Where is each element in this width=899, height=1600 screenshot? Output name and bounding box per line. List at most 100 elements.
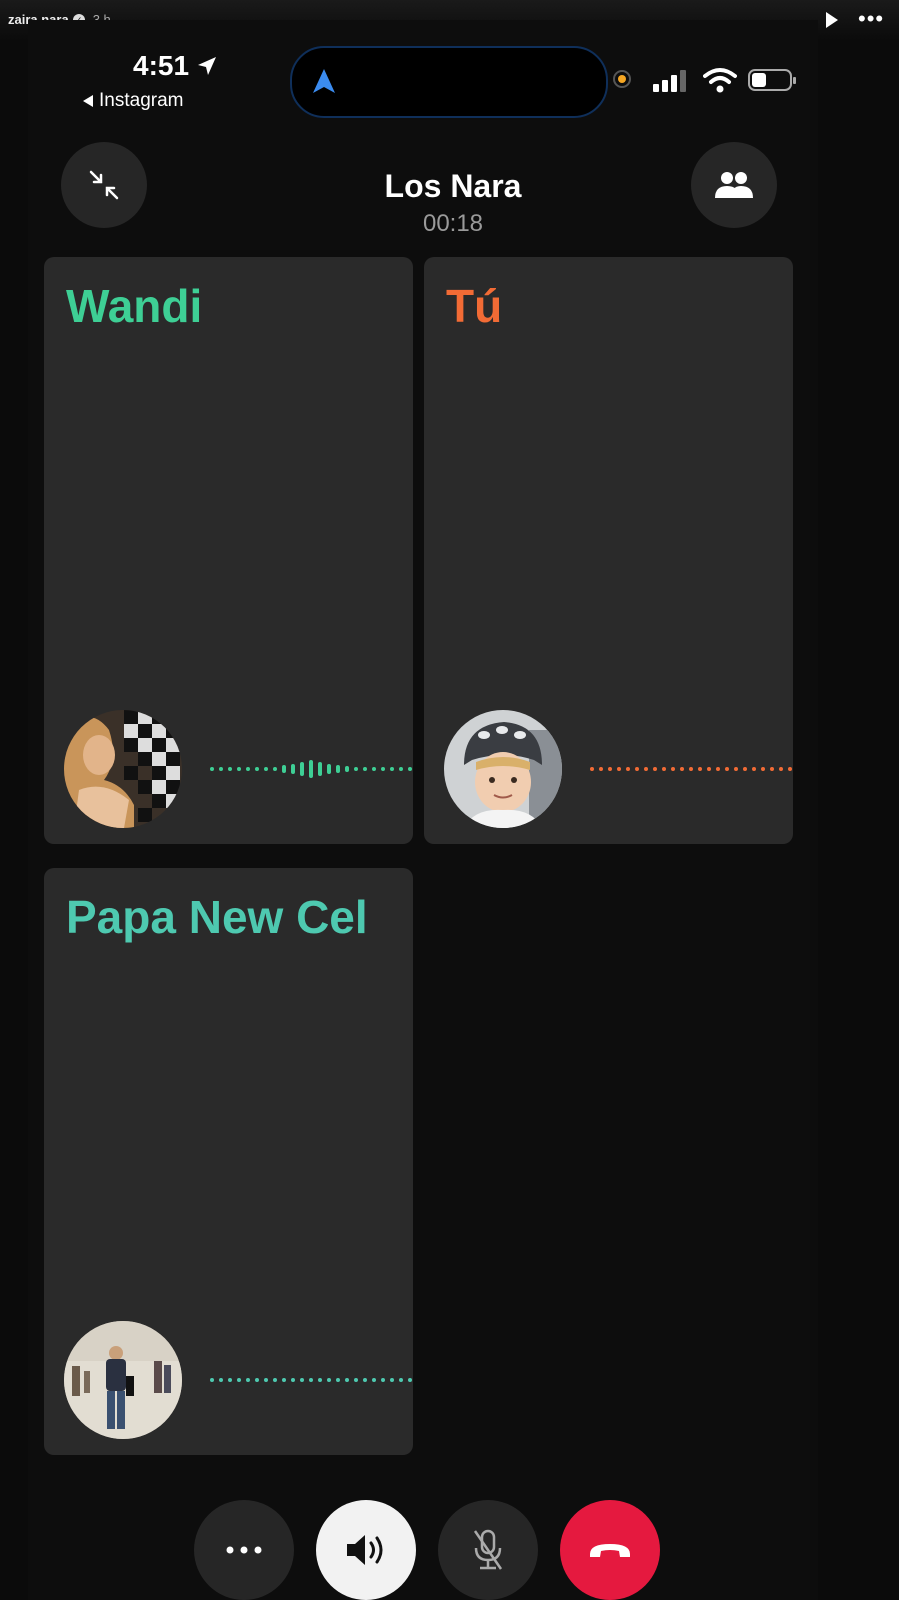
participants-button[interactable] <box>691 142 777 228</box>
end-call-icon <box>590 1544 630 1557</box>
participant-tile[interactable]: Tú <box>424 257 793 844</box>
waveform-bar <box>743 767 747 771</box>
wifi-icon <box>703 68 737 93</box>
waveform-bar <box>309 760 313 778</box>
participant-tile[interactable]: Wandi <box>44 257 413 844</box>
avatar <box>444 710 562 828</box>
waveform-bar <box>698 767 702 771</box>
waveform-bar <box>273 1378 277 1382</box>
waveform-bar <box>336 1378 340 1382</box>
speaker-icon <box>347 1535 383 1565</box>
call-title: Los Nara <box>384 168 522 204</box>
waveform-bar <box>752 767 756 771</box>
waveform-bar <box>725 767 729 771</box>
waveform-bar <box>255 767 259 771</box>
waveform-bar <box>408 1378 412 1382</box>
phone-screen: 4:51 Instagram Los Nara 00:18 Wandi Tú P… <box>28 20 818 1600</box>
waveform-bar <box>390 767 394 771</box>
waveform-bar <box>770 767 774 771</box>
status-time: 4:51 <box>133 50 219 82</box>
waveform-bar <box>228 767 232 771</box>
clock: 4:51 <box>133 50 190 81</box>
avatar <box>64 1321 182 1439</box>
waveform-bar <box>327 1378 331 1382</box>
waveform-bar <box>300 762 304 776</box>
audio-waveform <box>590 754 793 784</box>
waveform-bar <box>300 1378 304 1382</box>
back-app-label: Instagram <box>99 90 184 111</box>
waveform-bar <box>716 767 720 771</box>
people-icon <box>715 172 753 198</box>
waveform-bar <box>644 767 648 771</box>
waveform-bar <box>689 767 693 771</box>
waveform-bar <box>228 1378 232 1382</box>
waveform-bar <box>590 767 594 771</box>
participant-name: Wandi <box>66 280 203 332</box>
waveform-bar <box>779 767 783 771</box>
waveform-bar <box>363 767 367 771</box>
audio-waveform <box>210 754 413 784</box>
back-arrow-icon <box>83 95 93 107</box>
waveform-bar <box>653 767 657 771</box>
waveform-bar <box>599 767 603 771</box>
waveform-bar <box>408 767 412 771</box>
waveform-bar <box>309 1378 313 1382</box>
mute-button[interactable] <box>438 1500 538 1600</box>
call-duration: 00:18 <box>422 210 484 237</box>
waveform-bar <box>273 767 277 771</box>
more-options-button[interactable] <box>194 1500 294 1600</box>
waveform-bar <box>608 767 612 771</box>
speaker-button[interactable] <box>316 1500 416 1600</box>
waveform-bar <box>255 1378 259 1382</box>
waveform-bar <box>761 767 765 771</box>
end-call-button[interactable] <box>560 1500 660 1600</box>
waveform-bar <box>381 1378 385 1382</box>
waveform-bar <box>399 1378 403 1382</box>
waveform-bar <box>210 1378 214 1382</box>
waveform-bar <box>662 767 666 771</box>
cellular-signal-icon <box>653 68 686 92</box>
microphone-muted-icon <box>473 1529 503 1570</box>
minimize-call-button[interactable] <box>61 142 147 228</box>
waveform-bar <box>264 767 268 771</box>
more-options-icon <box>226 1546 262 1554</box>
play-icon[interactable] <box>826 12 838 28</box>
waveform-bar <box>363 1378 367 1382</box>
waveform-bar <box>626 767 630 771</box>
waveform-bar <box>788 767 792 771</box>
waveform-bar <box>264 1378 268 1382</box>
waveform-bar <box>399 767 403 771</box>
audio-waveform <box>210 1365 413 1395</box>
participant-name: Tú <box>446 280 503 332</box>
waveform-bar <box>345 766 349 772</box>
minimize-icon <box>89 170 119 200</box>
waveform-bar <box>327 764 331 774</box>
participant-name: Papa New Cel <box>66 891 368 943</box>
recording-indicator <box>613 70 631 88</box>
location-arrow-icon <box>198 57 217 75</box>
waveform-bar <box>707 767 711 771</box>
battery-icon <box>748 69 796 91</box>
more-icon[interactable]: ••• <box>858 6 884 32</box>
participant-tile[interactable]: Papa New Cel <box>44 868 413 1455</box>
waveform-bar <box>390 1378 394 1382</box>
waveform-bar <box>617 767 621 771</box>
waveform-bar <box>291 764 295 774</box>
waveform-bar <box>282 765 286 773</box>
waveform-bar <box>237 767 241 771</box>
waveform-bar <box>372 1378 376 1382</box>
back-to-app-button[interactable]: Instagram <box>83 90 183 112</box>
waveform-bar <box>282 1378 286 1382</box>
navigation-arrow-icon <box>313 69 335 93</box>
dynamic-island[interactable] <box>290 46 608 118</box>
waveform-bar <box>734 767 738 771</box>
waveform-bar <box>354 1378 358 1382</box>
avatar <box>64 710 182 828</box>
waveform-bar <box>680 767 684 771</box>
waveform-bar <box>246 1378 250 1382</box>
waveform-bar <box>318 762 322 776</box>
waveform-bar <box>237 1378 241 1382</box>
waveform-bar <box>318 1378 322 1382</box>
waveform-bar <box>246 767 250 771</box>
waveform-bar <box>219 1378 223 1382</box>
